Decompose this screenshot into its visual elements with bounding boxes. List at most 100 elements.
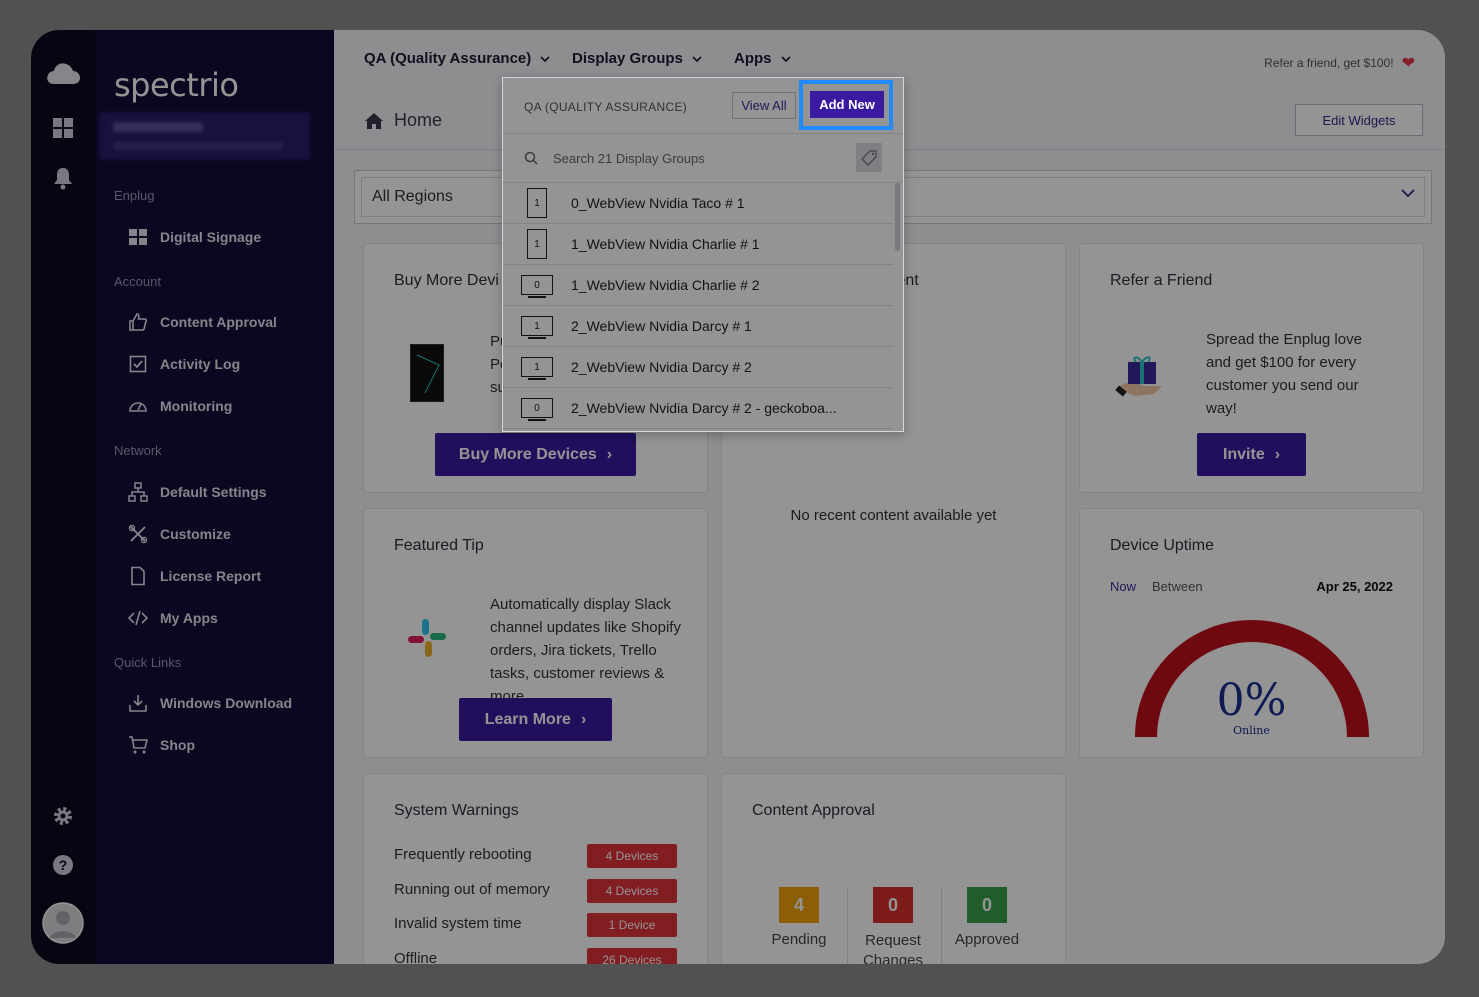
display-group-row[interactable]: 1 0_WebView Nvidia Taco # 1 bbox=[503, 183, 893, 224]
sidebar-item-digital-signage[interactable]: Digital Signage bbox=[128, 223, 261, 251]
system-warnings-card: System Warnings Frequently rebooting 4 D… bbox=[363, 773, 708, 964]
tools-icon bbox=[128, 524, 148, 544]
landscape-display-icon: 1 bbox=[521, 357, 553, 380]
menu-label: Display Groups bbox=[572, 50, 683, 67]
document-icon bbox=[131, 566, 145, 586]
svg-text:?: ? bbox=[59, 857, 68, 873]
display-group-name: 1_WebView Nvidia Charlie # 2 bbox=[571, 277, 760, 293]
tag-icon bbox=[861, 149, 877, 166]
dropdown-search[interactable]: Search 21 Display Groups bbox=[503, 134, 903, 183]
landscape-display-icon: 0 bbox=[521, 398, 553, 421]
sidebar-item-shop[interactable]: Shop bbox=[128, 731, 195, 759]
card-title: Device Uptime bbox=[1110, 537, 1215, 554]
download-icon bbox=[129, 695, 147, 712]
display-group-name: 1_WebView Nvidia Charlie # 1 bbox=[571, 236, 760, 252]
sidebar-item-license-report[interactable]: License Report bbox=[128, 562, 261, 590]
heart-icon: ❤ bbox=[1401, 55, 1415, 72]
dashboard-grid-icon[interactable] bbox=[31, 118, 95, 138]
cloud-icon bbox=[31, 60, 95, 86]
warning-badge[interactable]: 4 Devices bbox=[587, 844, 677, 868]
menu-organization[interactable]: QA (Quality Assurance) bbox=[364, 50, 550, 67]
sidebar-item-label: Content Approval bbox=[160, 314, 277, 330]
sidebar-item-windows-download[interactable]: Windows Download bbox=[128, 689, 292, 717]
uptime-online-label: Online bbox=[1233, 724, 1270, 737]
sidebar-item-activity-log[interactable]: Activity Log bbox=[128, 350, 240, 378]
refer-friend-link[interactable]: Refer a friend, get $100! ❤ bbox=[1264, 53, 1415, 73]
display-group-name: 2_WebView Nvidia Darcy # 1 bbox=[571, 318, 752, 334]
invite-button[interactable]: Invite › bbox=[1197, 433, 1306, 476]
display-groups-dropdown: QA (QUALITY ASSURANCE) View All Search 2… bbox=[502, 77, 904, 432]
sidebar-item-label: Windows Download bbox=[160, 695, 293, 711]
button-label: Learn More bbox=[484, 710, 571, 728]
learn-more-button[interactable]: Learn More › bbox=[459, 698, 612, 741]
warning-label: Running out of memory bbox=[394, 881, 550, 898]
stat-value: 0 bbox=[873, 887, 913, 923]
card-title: Buy More Devi bbox=[394, 272, 499, 289]
tag-filter-button[interactable] bbox=[856, 143, 882, 172]
tab-now[interactable]: Now bbox=[1110, 579, 1136, 594]
featured-tip-card: Featured Tip Automatically display Slack… bbox=[363, 508, 708, 758]
chevron-down-icon bbox=[540, 55, 550, 62]
sidebar-item-monitoring[interactable]: Monitoring bbox=[128, 392, 232, 420]
code-icon bbox=[128, 610, 148, 626]
stat-label: Approved bbox=[954, 931, 1020, 948]
section-network: Network bbox=[114, 443, 162, 458]
tab-between[interactable]: Between bbox=[1152, 579, 1203, 594]
dropdown-title: QA (QUALITY ASSURANCE) bbox=[524, 100, 688, 114]
checkbox-icon bbox=[129, 355, 147, 373]
warning-badge[interactable]: 26 Devices bbox=[587, 948, 677, 964]
landscape-display-icon: 1 bbox=[521, 316, 553, 339]
chevron-down-icon bbox=[1401, 189, 1415, 198]
display-group-row[interactable]: 1 2_WebView Nvidia Darcy # 1 bbox=[503, 306, 893, 347]
user-avatar[interactable] bbox=[31, 902, 95, 944]
refer-text: Spread the Enplug love and get $100 for … bbox=[1206, 331, 1362, 417]
menu-label: QA (Quality Assurance) bbox=[364, 50, 532, 67]
icon-rail: ? bbox=[31, 30, 95, 964]
gear-icon[interactable] bbox=[31, 805, 95, 827]
chevron-down-icon bbox=[692, 55, 702, 62]
stat-approved[interactable]: 0 Approved bbox=[939, 887, 1035, 948]
display-group-row[interactable]: 1 1_WebView Nvidia Charlie # 1 bbox=[503, 224, 893, 265]
buy-more-devices-button[interactable]: Buy More Devices › bbox=[435, 433, 636, 476]
help-icon[interactable]: ? bbox=[31, 854, 95, 876]
stat-pending[interactable]: 4 Pending bbox=[751, 887, 847, 948]
view-all-button[interactable]: View All bbox=[732, 92, 796, 119]
sidebar-item-label: Monitoring bbox=[160, 398, 233, 414]
display-group-row[interactable]: 0 1_WebView Nvidia Charlie # 2 bbox=[503, 265, 893, 306]
search-input[interactable]: Search 21 Display Groups bbox=[553, 151, 705, 166]
menu-apps[interactable]: Apps bbox=[734, 50, 791, 67]
display-group-row[interactable]: 1 2_WebView Nvidia Darcy # 2 bbox=[503, 347, 893, 388]
regions-value: All Regions bbox=[372, 188, 453, 205]
stat-label: Pending bbox=[771, 931, 827, 948]
account-switcher[interactable] bbox=[99, 112, 310, 160]
add-new-button[interactable]: Add New bbox=[810, 91, 884, 118]
menu-display-groups[interactable]: Display Groups bbox=[572, 50, 702, 67]
sidebar-item-content-approval[interactable]: Content Approval bbox=[128, 308, 277, 336]
dropdown-scrollbar[interactable] bbox=[895, 183, 900, 251]
display-group-row[interactable]: 0 2_WebView Nvidia Darcy # 2 - geckoboa.… bbox=[503, 388, 893, 429]
edit-widgets-button[interactable]: Edit Widgets bbox=[1295, 104, 1423, 136]
warning-badge[interactable]: 1 Device bbox=[587, 913, 677, 937]
stat-request-changes[interactable]: 0 Request Changes bbox=[845, 887, 941, 964]
uptime-date: Apr 25, 2022 bbox=[1316, 579, 1393, 594]
warning-badge[interactable]: 4 Devices bbox=[587, 879, 677, 903]
approval-stats: 4 Pending 0 Request Changes 0 Approved bbox=[722, 887, 1065, 964]
content-approval-card: Content Approval 4 Pending 0 Request Cha… bbox=[721, 773, 1066, 964]
section-enplug: Enplug bbox=[114, 188, 155, 203]
sidebar-item-default-settings[interactable]: Default Settings bbox=[128, 478, 267, 506]
sidebar-item-label: Customize bbox=[160, 526, 231, 542]
breadcrumb[interactable]: Home bbox=[364, 110, 442, 131]
chevron-right-icon: › bbox=[1274, 445, 1281, 463]
sidebar-item-label: Default Settings bbox=[160, 484, 267, 500]
sidebar-item-customize[interactable]: Customize bbox=[128, 520, 231, 548]
sidebar-item-my-apps[interactable]: My Apps bbox=[128, 604, 218, 632]
cart-icon bbox=[129, 736, 148, 754]
stat-value: 4 bbox=[779, 887, 819, 923]
chevron-down-icon bbox=[780, 55, 791, 62]
breadcrumb-home: Home bbox=[394, 110, 443, 130]
sidebar-item-label: Digital Signage bbox=[160, 229, 262, 245]
chevron-right-icon: › bbox=[580, 710, 587, 728]
bell-icon[interactable] bbox=[31, 166, 95, 190]
sidebar-item-label: Shop bbox=[160, 737, 195, 753]
gift-icon bbox=[1114, 344, 1172, 407]
